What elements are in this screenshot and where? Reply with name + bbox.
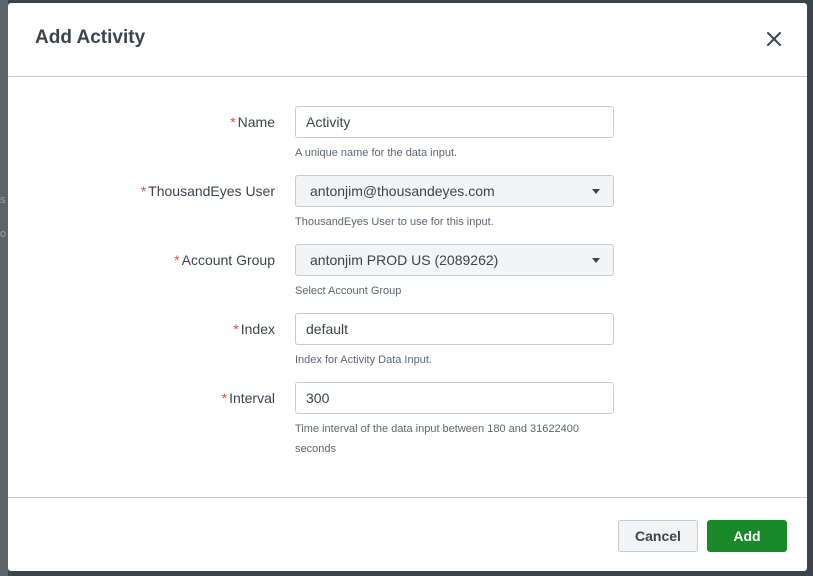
index-label: * Index — [233, 321, 275, 337]
background-text: o — [0, 228, 7, 240]
required-marker: * — [221, 390, 228, 406]
required-marker: * — [140, 183, 147, 199]
dialog-footer: Cancel Add — [8, 497, 807, 571]
add-button[interactable]: Add — [707, 520, 787, 552]
index-input[interactable] — [295, 313, 614, 345]
required-marker: * — [174, 252, 180, 268]
background-text: s — [0, 194, 6, 206]
name-label: * Name — [230, 114, 275, 130]
close-icon — [767, 32, 781, 46]
user-select-value: antonjim@thousandeyes.com — [310, 183, 495, 199]
add-activity-dialog: Add Activity *Name A unique name for the… — [8, 3, 807, 571]
caret-down-icon — [592, 258, 600, 263]
caret-down-icon — [592, 189, 600, 194]
name-input[interactable] — [295, 106, 614, 138]
cancel-button[interactable]: Cancel — [618, 520, 698, 552]
user-label: * ThousandEyes User — [140, 183, 275, 199]
dialog-header: Add Activity — [8, 3, 807, 77]
index-help: Index for Activity Data Input. — [295, 354, 432, 366]
interval-help: Time interval of the data input between … — [295, 423, 579, 455]
account-group-select[interactable]: antonjim PROD US (2089262) — [295, 244, 614, 276]
user-help: ThousandEyes User to use for this input. — [295, 216, 494, 228]
close-button[interactable] — [763, 28, 785, 50]
required-marker: * — [230, 114, 236, 130]
background-page: s o — [0, 0, 8, 576]
account-group-help: Select Account Group — [295, 285, 402, 297]
account-group-label: * Account Group — [174, 252, 275, 268]
required-marker: * — [233, 321, 239, 337]
interval-input[interactable] — [295, 382, 614, 414]
interval-label: * Interval — [221, 390, 275, 406]
dialog-title: Add Activity — [35, 27, 146, 48]
user-select[interactable]: antonjim@thousandeyes.com — [295, 175, 614, 207]
name-help: A unique name for the data input. — [295, 147, 458, 159]
account-group-select-value: antonjim PROD US (2089262) — [310, 252, 499, 268]
